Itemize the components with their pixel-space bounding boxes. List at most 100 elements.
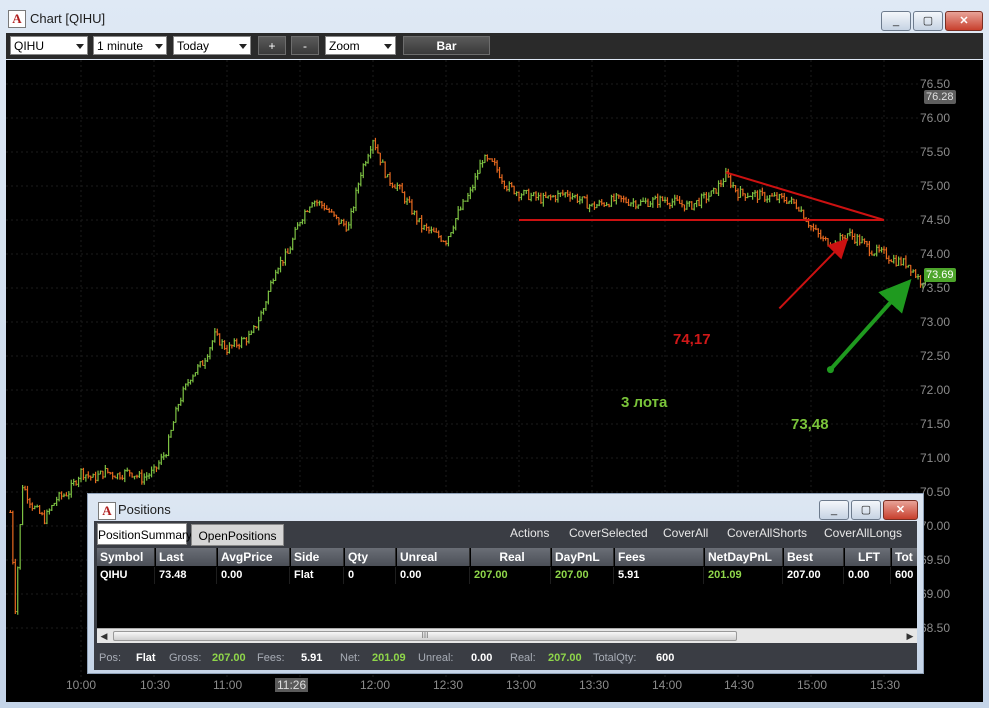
status-real-label: Real: [510,652,536,664]
time-tick-label: 14:00 [652,678,683,692]
chevron-down-icon [239,44,247,49]
positions-title: Positions [118,502,171,517]
price-tick-label: 70.00 [920,519,951,533]
last-price-tag: 73.69 [924,268,956,282]
status-net-label: Net: [340,652,361,664]
positions-minimize-button[interactable]: _ [819,500,849,520]
close-button[interactable]: ✕ [945,11,983,31]
price-tick-label: 75.50 [920,145,951,159]
status-gross-label: Gross: [169,652,202,664]
time-tick-label: 11:00 [213,678,243,692]
price-tick-label: 74.50 [920,213,951,227]
tab-open-positions[interactable]: OpenPositions [191,524,284,546]
app-logo-icon: A [98,502,116,520]
chart-type-button[interactable]: Bar [403,36,490,55]
symbol-select[interactable]: QIHU [10,36,88,55]
column-header[interactable]: Fees [615,548,704,566]
interval-select[interactable]: 1 minute [93,36,167,55]
price-tick-label: 73.00 [920,315,951,329]
status-fees-label: Fees: [257,652,285,664]
time-tick-label: 15:30 [870,678,901,692]
high-price-tag: 76.28 [924,90,956,104]
status-totalqty-value: 600 [656,652,675,664]
cursor-time-label: 11:26 [275,678,309,692]
column-header[interactable]: Tot [892,548,917,566]
minimize-button[interactable]: _ [881,11,911,31]
price-tick-label: 72.00 [920,383,951,397]
scroll-left-arrow-icon[interactable]: ◀ [97,629,111,643]
status-pos-label: Pos: [99,652,122,664]
time-tick-label: 13:00 [506,678,537,692]
zoom-out-button[interactable]: - [291,36,319,55]
cover-all-shorts-button[interactable]: CoverAllShorts [727,524,807,542]
chevron-down-icon [384,44,392,49]
price-tick-label: 74.00 [920,247,951,261]
cell-tot: 600 [892,567,917,584]
window-title: Chart [QIHU] [30,11,106,26]
column-header[interactable]: Last [156,548,217,566]
interval-value: 1 minute [97,39,144,53]
cover-all-button[interactable]: CoverAll [663,524,708,542]
column-header[interactable]: Best [784,548,844,566]
cover-selected-button[interactable]: CoverSelected [569,524,648,542]
price-tick-label: 76.00 [920,111,951,125]
column-header[interactable]: AvgPrice [218,548,290,566]
cell-lft: 0.00 [845,567,891,584]
status-totalqty-label: TotalQty: [593,652,637,664]
cell-avgprice: 0.00 [218,567,290,584]
cell-best: 207.00 [784,567,844,584]
time-tick-label: 14:30 [724,678,755,692]
maximize-button[interactable]: ▢ [913,11,943,31]
column-header[interactable]: DayPnL [552,548,614,566]
scrollbar-thumb[interactable]: III [113,631,737,641]
symbol-value: QIHU [14,39,44,53]
positions-close-button[interactable]: ✕ [883,500,918,520]
price-tick-label: 76.50 [920,77,951,91]
zoom-value: Zoom [329,39,360,53]
price-tick-label: 68.50 [920,621,951,635]
column-header[interactable]: Real [471,548,551,566]
column-header[interactable]: Unreal [397,548,470,566]
cell-daypnl: 207.00 [552,567,614,584]
column-header[interactable]: Qty [345,548,396,566]
green-arrow-origin [826,366,834,374]
status-net-value: 201.09 [372,652,406,664]
time-tick-label: 10:00 [66,678,97,692]
time-tick-label: 10:30 [140,678,171,692]
green-arrow [828,279,912,371]
range-select[interactable]: Today [173,36,251,55]
chevron-down-icon [155,44,163,49]
cell-side: Flat [291,567,344,584]
price-tick-label: 72.50 [920,349,951,363]
cover-all-longs-button[interactable]: CoverAllLongs [824,524,902,542]
time-tick-label: 12:00 [360,678,391,692]
status-unreal-label: Unreal: [418,652,454,664]
positions-maximize-button[interactable]: ▢ [851,500,881,520]
chart-toolbar: QIHU 1 minute Today + - Zoom Bar [6,33,983,59]
window-titlebar[interactable]: A Chart [QIHU] _ ▢ ✕ [0,0,989,32]
actions-menu[interactable]: Actions [510,524,549,542]
status-pos-value: Flat [136,652,156,664]
price-tick-label: 70.50 [920,485,951,499]
column-header[interactable]: Symbol [97,548,155,566]
price-tick-label: 73.50 [920,281,951,295]
price-tick-label: 69.50 [920,553,951,567]
cell-symbol: QIHU [97,567,155,584]
red-arrow [778,238,849,310]
tab-position-summary[interactable]: PositionSummary [97,523,192,545]
column-header[interactable]: LFT [845,548,891,566]
column-header[interactable]: NetDayPnL [705,548,783,566]
cell-real: 207.00 [471,567,551,584]
lots-annotation: 3 лота [621,394,668,411]
chevron-down-icon [76,44,84,49]
column-header[interactable]: Side [291,548,344,566]
cell-fees: 5.91 [615,567,704,584]
red-price-annotation: 74,17 [673,331,711,348]
zoom-in-button[interactable]: + [258,36,286,55]
zoom-select[interactable]: Zoom [325,36,396,55]
time-tick-label: 13:30 [579,678,610,692]
status-real-value: 207.00 [548,652,582,664]
horizontal-scrollbar[interactable]: ◀ III ▶ [97,628,917,643]
scroll-right-arrow-icon[interactable]: ▶ [903,629,917,643]
chart-window: A Chart [QIHU] _ ▢ ✕ QIHU 1 minute Today… [0,0,989,708]
